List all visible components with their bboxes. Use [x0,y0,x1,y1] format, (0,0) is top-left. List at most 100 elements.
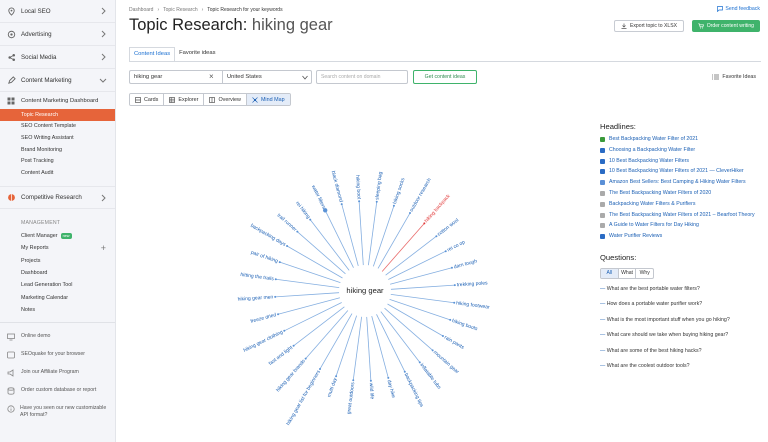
mind-map-topic[interactable]: sleeping bag [374,171,384,200]
mind-map-node[interactable] [431,349,434,352]
get-content-ideas-button[interactable]: Get content ideas [413,70,477,84]
mind-map-topic[interactable]: mountain gear [432,350,460,376]
headline-item[interactable]: The Best Backpacking Water Filters of 20… [600,212,765,219]
mind-map-topic[interactable]: trekking poles [457,280,489,288]
mind-map-topic[interactable]: hiking backpack [424,193,452,224]
mind-map-topic[interactable]: trail runner [276,213,298,233]
mind-map-topic[interactable]: multi day [326,377,338,398]
mind-map-topic[interactable]: great outdoors [346,381,356,414]
breadcrumb-topic-research[interactable]: Topic Research [163,7,197,13]
headline-item[interactable]: 10 Best Backpacking Water Filters of 202… [600,168,765,175]
mind-map-node[interactable] [423,222,426,225]
mind-map-topic[interactable]: hiking gear men [238,294,274,302]
sidebar-item-marketing-calendar[interactable]: Marketing Calendar [0,292,115,304]
mind-map-node[interactable] [335,375,338,378]
send-feedback-link[interactable]: Send feedback [717,6,760,12]
sidebar-section-content-marketing[interactable]: Content Marketing [0,69,115,92]
mind-map-topic[interactable]: freeze dried [250,312,277,325]
mind-map-node[interactable] [309,218,312,221]
sidebar-item-lead-generation[interactable]: Lead Generation Tool [0,279,115,291]
mind-map-node[interactable] [392,204,395,207]
question-item[interactable]: — What are some of the best hiking hacks… [600,348,765,354]
headline-item[interactable]: Best Backpacking Water Filter of 2021 [600,136,765,143]
headline-item[interactable]: Backpacking Water Filters & Purifiers [600,201,765,208]
mind-map-node[interactable] [292,344,295,347]
sidebar-section-advertising[interactable]: Advertising [0,23,115,46]
filter-why[interactable]: Why [636,269,653,278]
view-cards-button[interactable]: Cards [130,94,165,105]
mind-map-topic[interactable]: outdoor research [409,177,433,213]
mind-map-node[interactable] [435,235,438,238]
mind-map-topic[interactable]: hiking footwear [456,300,490,310]
mind-map-node[interactable] [409,212,411,215]
mind-map-node[interactable] [352,379,355,382]
mind-map-node[interactable] [286,245,289,247]
mind-map-node[interactable] [296,230,299,233]
mind-map-topic[interactable]: black diamond [330,170,344,203]
mind-map-node[interactable] [319,367,321,370]
mind-map-node[interactable] [340,203,343,206]
tab-favorite-ideas[interactable]: Favorite ideas [175,47,219,62]
mind-map-node[interactable] [283,329,286,332]
sidebar-item-my-reports[interactable]: My Reports + [0,242,115,254]
mind-map-topic[interactable]: backpacking days [249,223,287,248]
mind-map-node[interactable] [277,313,280,316]
mind-map-node[interactable] [369,379,372,382]
headline-item[interactable]: The Best Backpacking Water Filters of 20… [600,190,765,197]
sidebar-link-api-format[interactable]: Have you seen our new customizable API f… [0,401,115,423]
mind-map-node[interactable] [449,318,452,321]
headline-item[interactable]: Amazon Best Sellers: Best Camping & Hiki… [600,179,765,186]
mind-map-node[interactable] [453,284,456,287]
sidebar-section-local-seo[interactable]: Local SEO [0,0,115,23]
mind-map-node[interactable] [444,250,447,253]
mind-map-topic[interactable]: rei co op [446,239,466,253]
favorite-ideas-link[interactable]: Favorite Ideas [712,74,756,80]
clear-icon[interactable]: × [209,71,214,83]
question-item[interactable]: — What are the coolest outdoor tools? [600,363,765,369]
mind-map-topic[interactable]: hiking boots [451,318,479,332]
breadcrumb-dashboard[interactable]: Dashboard [129,7,153,13]
mind-map-node[interactable] [418,361,421,364]
mind-map-topic[interactable]: inflatable tubs [418,362,442,391]
mind-map-node[interactable] [358,200,361,203]
mind-map-topic[interactable]: hitting the trails [240,272,275,282]
filter-all[interactable]: All [601,268,619,278]
question-item[interactable]: — How does a portable water purifier wor… [600,301,765,307]
view-mind-map-button[interactable]: Mind Map [246,94,290,105]
order-content-writing-button[interactable]: Order content writing [691,20,760,32]
mind-map-topic[interactable]: darn tough [453,258,478,270]
tab-content-ideas[interactable]: Content Ideas [129,47,176,62]
sidebar-item-brand-monitoring[interactable]: Brand Monitoring [0,144,115,156]
mind-map-topic[interactable]: hiking gear brands [275,358,307,393]
mind-map-topic[interactable]: rei hiking [294,201,311,221]
view-overview-button[interactable]: Overview [204,94,247,105]
mind-map-node[interactable] [375,200,378,203]
country-select[interactable]: United States [222,70,312,84]
mind-map-topic[interactable]: water filters [310,184,327,210]
sidebar-link-affiliate[interactable]: Join our Affiliate Program [0,365,115,383]
view-explorer-button[interactable]: Explorer [164,94,205,105]
mind-map-topic[interactable]: hiking gear clothing [243,329,284,354]
plus-icon[interactable]: + [101,243,106,252]
mind-map-topic[interactable]: rain pants [443,335,465,351]
mind-map-topic[interactable]: day hike [386,379,397,399]
question-item[interactable]: — What are the best portable water filte… [600,286,765,292]
headline-item[interactable]: Water Purifier Reviews [600,233,765,240]
mind-map-node[interactable] [450,266,453,269]
mind-map-topic[interactable]: fast and light [268,345,295,367]
export-xlsx-button[interactable]: Export topic to XLSX [613,20,684,32]
headline-item[interactable]: A Guide to Water Filters for Day Hiking [600,222,765,229]
headline-item[interactable]: Choosing a Backpacking Water Filter [600,147,765,154]
sidebar-link-seoquake[interactable]: SEOquake for your browser [0,347,115,365]
mind-map-node[interactable] [387,376,390,379]
sidebar-item-content-marketing-dashboard[interactable]: Content Marketing Dashboard [0,92,115,109]
sidebar-item-dashboard[interactable]: Dashboard [0,267,115,279]
mind-map-topic[interactable]: hiking boot [354,175,362,200]
question-item[interactable]: — What care should we take when buying h… [600,332,765,338]
mind-map-topic[interactable]: pair of hiking [250,250,279,265]
sidebar-link-custom-database[interactable]: Order custom database or report [0,383,115,401]
mind-map-topic[interactable]: cotton wool [436,217,460,237]
mind-map-topic[interactable]: hiking socks [392,177,407,205]
mind-map-topic[interactable]: backpacking tips [403,372,425,408]
question-item[interactable]: — What is the most important stuff when … [600,317,765,323]
